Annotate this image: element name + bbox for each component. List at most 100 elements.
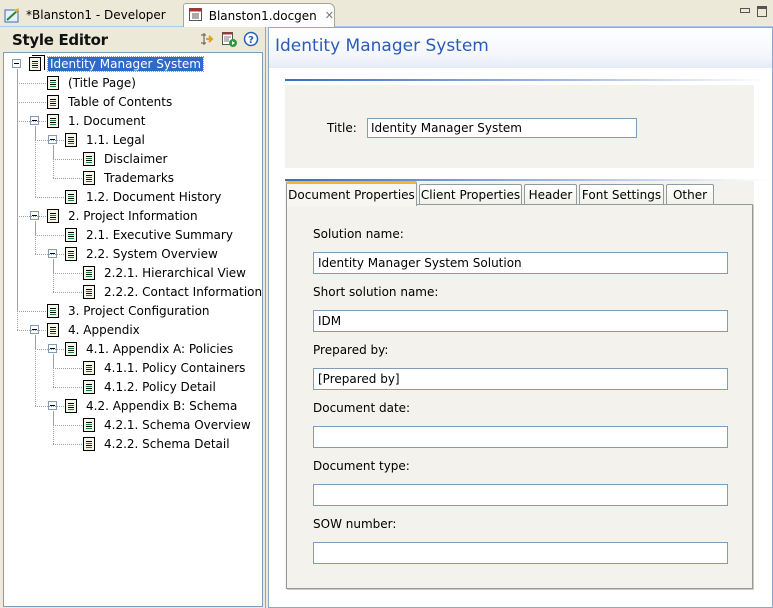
tree-item-label: 4.2. Appendix B: Schema <box>86 399 238 413</box>
tree-connector <box>35 349 64 350</box>
sow-number-input[interactable] <box>313 542 728 564</box>
tree-connector <box>17 102 46 103</box>
document-section-icon <box>83 418 95 432</box>
tree-connector <box>53 387 82 388</box>
tree-connector <box>53 178 82 179</box>
tree-item-label: 4.1.1. Policy Containers <box>104 361 246 375</box>
tree-connector <box>53 444 82 445</box>
tree-item[interactable]: Identity Manager System <box>29 55 204 73</box>
document-section-icon <box>83 380 95 394</box>
tree-item-label: 1. Document <box>68 114 146 128</box>
minimize-button[interactable] <box>740 8 750 13</box>
document-properties-panel: Solution name: Identity Manager System So… <box>286 204 753 589</box>
tree-item[interactable]: Trademarks <box>83 169 176 187</box>
tree-connector <box>35 140 64 141</box>
editor-tab-strip: *Blanston1 - Developer Blanston1.docgen … <box>0 0 773 27</box>
tree-item[interactable]: 2.2. System Overview <box>65 245 220 263</box>
tree-item[interactable]: 4. Appendix <box>47 321 142 339</box>
document-section-icon <box>65 247 77 261</box>
tree-connector <box>53 292 82 293</box>
tab-developer[interactable]: *Blanston1 - Developer <box>0 3 180 27</box>
tab-document-properties[interactable]: Document Properties <box>286 181 417 206</box>
document-type-input[interactable] <box>313 484 728 506</box>
tree-item-label: 4.1. Appendix A: Policies <box>86 342 234 356</box>
tree-item[interactable]: 4.2.2. Schema Detail <box>83 435 232 453</box>
docgen-editor: Identity Manager System Title: Identity … <box>268 27 773 608</box>
style-editor-pane: Style Editor ? Identity Manager System (T… <box>0 27 266 608</box>
tree-item[interactable]: Table of Contents <box>47 93 174 111</box>
tree-connector <box>17 69 18 83</box>
document-section-icon <box>47 323 59 337</box>
tree-item[interactable]: 4.1.1. Policy Containers <box>83 359 247 377</box>
tree-item-label: 2.1. Executive Summary <box>86 228 233 242</box>
document-section-icon <box>47 304 59 318</box>
short-solution-name-input[interactable]: IDM <box>313 310 728 332</box>
tree-item[interactable]: 4.1. Appendix A: Policies <box>65 340 235 358</box>
tree-item[interactable]: 1.1. Legal <box>65 131 147 149</box>
document-outline-tree[interactable]: Identity Manager System (Title Page) Table… <box>3 52 263 607</box>
help-icon[interactable]: ? <box>243 31 259 47</box>
tree-connector <box>53 159 82 160</box>
tree-item-label: 4.1.2. Policy Detail <box>104 380 216 394</box>
document-section-icon <box>83 152 95 166</box>
tree-connector <box>17 216 46 217</box>
tree-item[interactable]: 3. Project Configuration <box>47 302 212 320</box>
prepared-by-input[interactable]: [Prepared by] <box>313 368 728 390</box>
style-editor-title: Style Editor <box>12 31 108 49</box>
tree-item[interactable]: (Title Page) <box>47 74 138 92</box>
tab-client-properties[interactable]: Client Properties <box>419 184 522 205</box>
tree-item[interactable]: 2.2.1. Hierarchical View <box>83 264 248 282</box>
solution-name-input[interactable]: Identity Manager System Solution <box>313 252 728 274</box>
tab-developer-label: *Blanston1 - Developer <box>26 8 166 22</box>
tab-other[interactable]: Other <box>666 184 714 205</box>
generate-document-icon[interactable] <box>221 31 237 47</box>
document-section-icon <box>65 190 77 204</box>
document-section-icon <box>65 399 77 413</box>
tab-font-settings[interactable]: Font Settings <box>579 184 664 205</box>
tree-connector <box>35 406 64 407</box>
collapse-toggle-icon[interactable] <box>12 59 21 68</box>
collapse-expand-icon[interactable] <box>199 31 215 47</box>
field-label: Prepared by: <box>313 343 389 357</box>
field-label: Document type: <box>313 459 410 473</box>
tab-docgen[interactable]: Blanston1.docgen ✕ <box>183 3 335 27</box>
title-input[interactable]: Identity Manager System <box>367 118 637 138</box>
tree-connector <box>35 235 64 236</box>
tree-item[interactable]: 4.2. Appendix B: Schema <box>65 397 239 415</box>
document-section-icon <box>47 209 59 223</box>
tree-connector <box>17 330 46 331</box>
title-section: Title: Identity Manager System <box>285 85 754 168</box>
document-section-icon <box>47 76 59 90</box>
document-section-icon <box>83 171 95 185</box>
tree-connector <box>17 83 46 84</box>
tree-item[interactable]: 1.2. Document History <box>65 188 223 206</box>
tree-item-label: 4.2.2. Schema Detail <box>104 437 230 451</box>
document-date-input[interactable] <box>313 426 728 448</box>
app-window: *Blanston1 - Developer Blanston1.docgen … <box>0 0 773 608</box>
field-label: Solution name: <box>313 227 404 241</box>
maximize-button[interactable] <box>757 6 767 17</box>
tree-item[interactable]: Disclaimer <box>83 150 169 168</box>
tab-header[interactable]: Header <box>524 184 577 205</box>
tree-connector <box>17 311 46 312</box>
document-section-icon <box>47 114 59 128</box>
form-title: Identity Manager System <box>275 36 489 56</box>
tree-connector <box>35 221 36 235</box>
tree-item[interactable]: 4.2.1. Schema Overview <box>83 416 253 434</box>
tree-connector <box>35 197 64 198</box>
tree-item[interactable]: 1. Document <box>47 112 147 130</box>
style-editor-header: Style Editor ? <box>0 27 265 53</box>
tree-connector <box>53 259 54 273</box>
document-section-icon <box>65 133 77 147</box>
tree-item[interactable]: 2.2.2. Contact Information <box>83 283 262 301</box>
tree-item[interactable]: 2.1. Executive Summary <box>65 226 235 244</box>
section-divider <box>285 79 769 81</box>
developer-perspective-icon <box>4 7 21 24</box>
close-icon[interactable]: ✕ <box>325 9 334 22</box>
tree-item-label: 4.2.1. Schema Overview <box>104 418 251 432</box>
tree-connector <box>53 368 82 369</box>
tree-connector <box>53 425 82 426</box>
tree-item[interactable]: 4.1.2. Policy Detail <box>83 378 218 396</box>
tree-item[interactable]: 2. Project Information <box>47 207 200 225</box>
field-label: SOW number: <box>313 517 397 531</box>
